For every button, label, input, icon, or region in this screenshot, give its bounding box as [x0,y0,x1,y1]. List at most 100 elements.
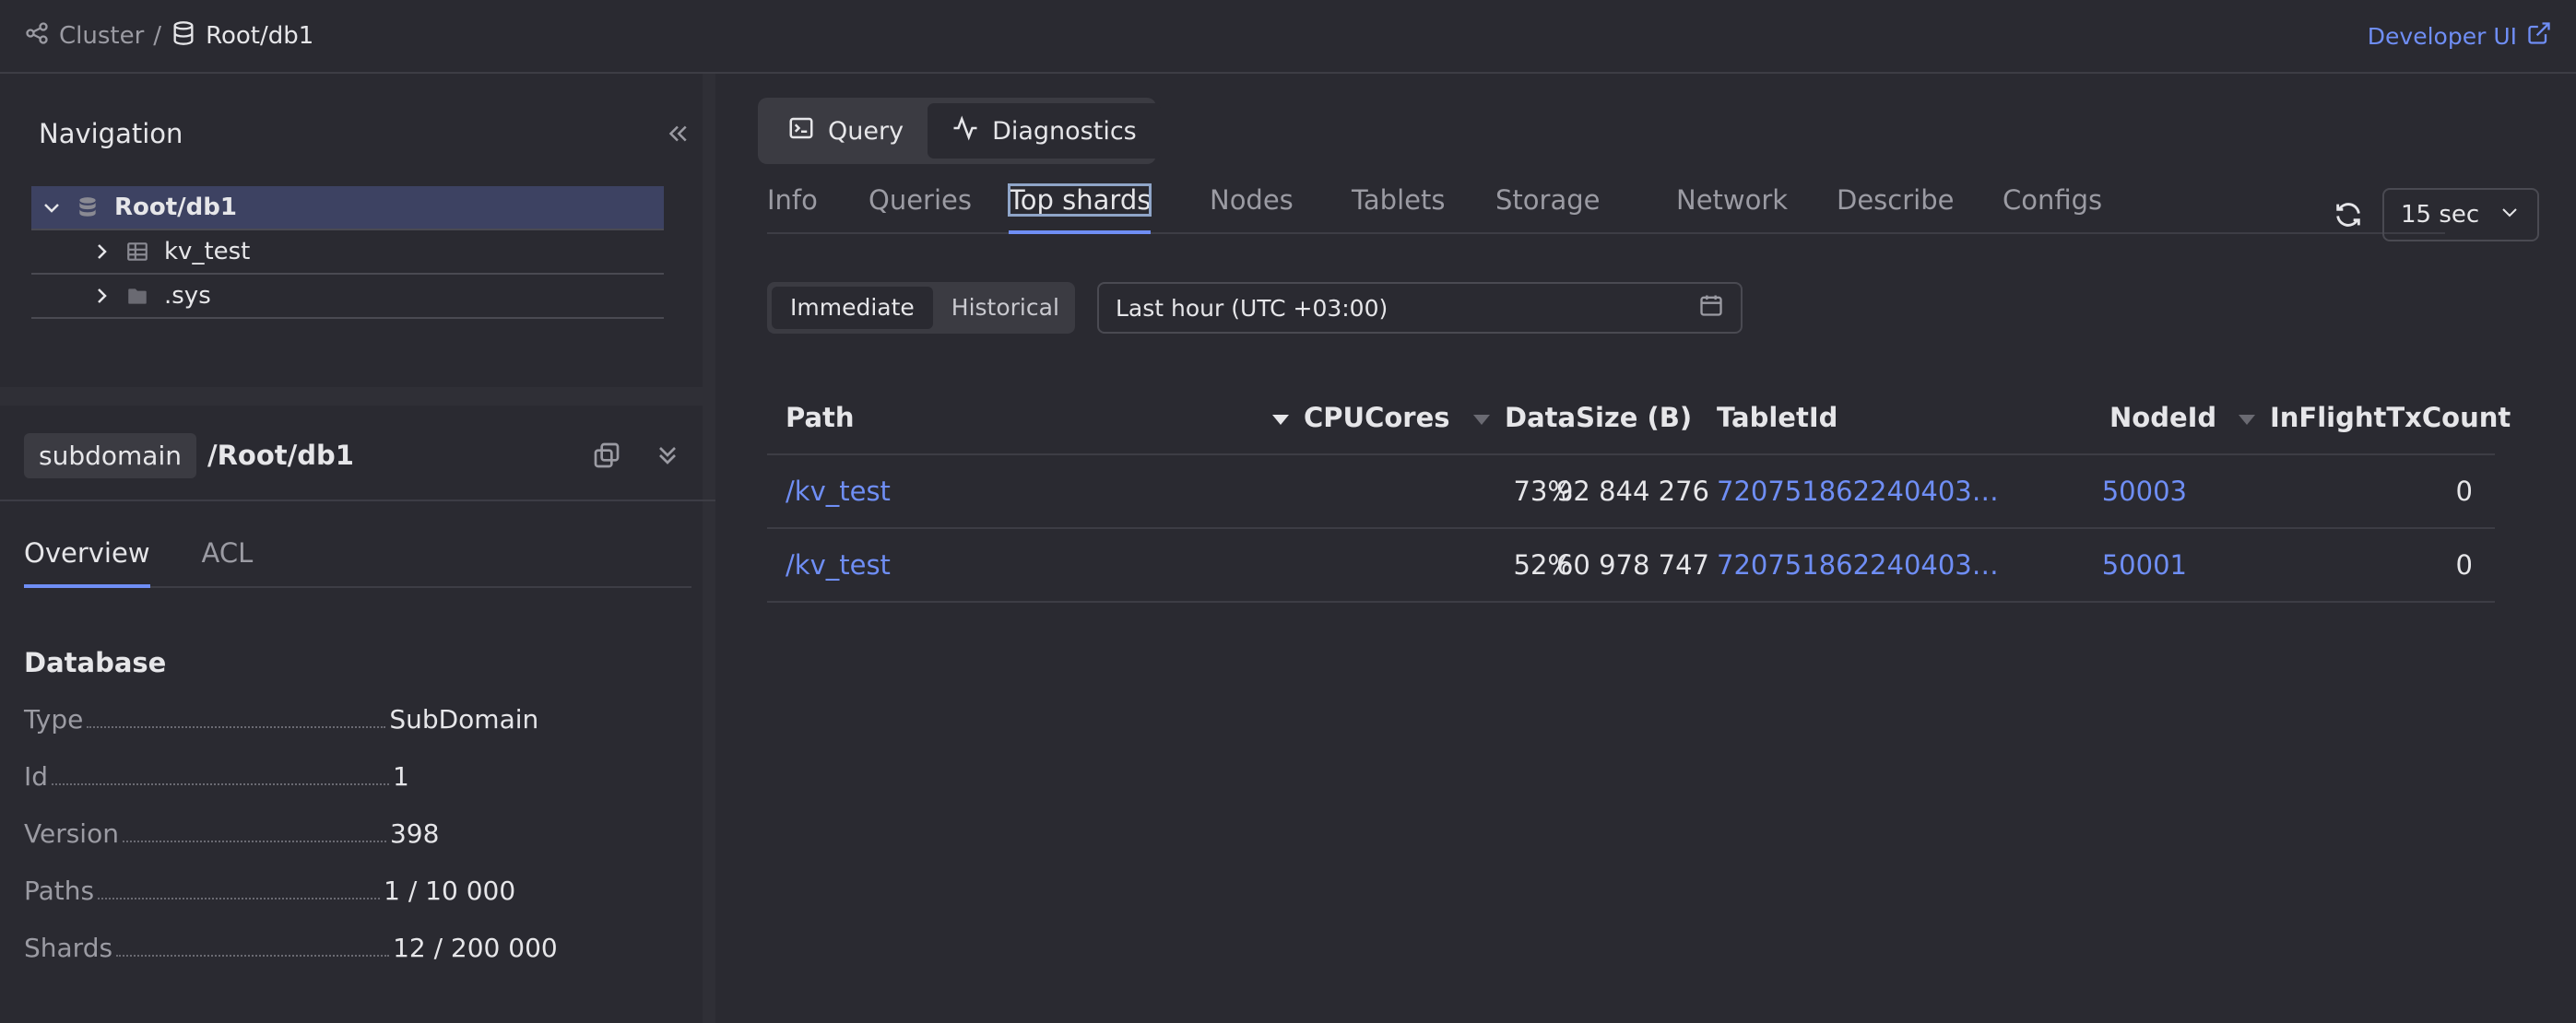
pulse-icon [951,114,979,148]
time-range-picker[interactable]: Last hour (UTC +03:00) [1097,282,1743,334]
mode-switch: Query Diagnostics [758,98,1161,164]
chevrons-down-icon[interactable] [653,441,682,470]
top-shards-table: Path CPUCores DataSize (B) TabletId Node… [767,382,2511,603]
developer-ui-label: Developer UI [2367,22,2517,50]
property-key: Version [24,818,119,849]
summary-tabs: Overview ACL [24,533,691,588]
query-mode-button[interactable]: Query [763,103,928,159]
tree-item-kv-test[interactable]: kv_test [31,230,664,275]
path-link[interactable]: /kv_test [786,455,891,527]
header-bar: Cluster / Root/db1 Developer UI [0,0,2576,74]
inflight-value: 0 [2455,476,2473,507]
property-row: Shards 12 / 200 000 [24,933,691,990]
property-list: Type SubDomain Id 1 Version 398 Paths 1 … [24,704,691,990]
property-row: Type SubDomain [24,704,691,761]
breadcrumb-cluster[interactable]: Cluster [59,22,144,50]
refresh-interval-value: 15 sec [2401,201,2480,229]
chevron-right-icon[interactable] [81,241,122,263]
property-value: 12 / 200 000 [393,933,558,963]
property-value: 1 / 10 000 [384,876,516,906]
table-icon [122,240,153,264]
tree-item-label: .sys [164,282,211,310]
path-link[interactable]: /kv_test [786,529,891,601]
breadcrumb-current[interactable]: Root/db1 [206,22,313,50]
developer-ui-link[interactable]: Developer UI [2368,20,2552,52]
dotted-leader [52,783,390,785]
dotted-leader [98,898,381,900]
diagnostics-mode-label: Diagnostics [992,116,1137,146]
dotted-leader [87,726,386,728]
datasize-value: 60 978 747 [1555,549,1709,581]
immediate-button[interactable]: Immediate [772,287,933,329]
collapse-left-icon[interactable] [664,120,691,147]
tab-acl[interactable]: ACL [202,533,254,588]
diagnostics-mode-button[interactable]: Diagnostics [928,103,1161,159]
tab-nodes[interactable]: Nodes [1210,177,1294,234]
chevron-down-icon [2499,201,2521,229]
node-id-link[interactable]: 50001 [2058,529,2187,601]
sort-icon [2239,414,2255,425]
tablet-id-link[interactable]: 720751862240403… [1717,455,1999,527]
navigation-tree: Root/db1 kv_test .sys [31,186,664,319]
tab-network[interactable]: Network [1676,177,1788,234]
column-header-inflight[interactable]: InFlightTxCount [2239,382,2511,453]
breadcrumb: Cluster / Root/db1 [24,20,313,53]
tree-item-label: kv_test [164,238,251,265]
database-icon [72,195,103,219]
time-range-value: Last hour (UTC +03:00) [1116,294,1388,322]
node-id-link[interactable]: 50003 [2058,455,2187,527]
column-header-path[interactable]: Path [786,382,855,453]
column-header-cpucores[interactable]: CPUCores [1272,382,1450,453]
external-link-icon [2526,20,2552,52]
tablet-id-link[interactable]: 720751862240403… [1717,529,1999,601]
table-header: Path CPUCores DataSize (B) TabletId Node… [767,382,2511,455]
column-header-datasize[interactable]: DataSize (B) [1473,382,1692,453]
property-value: SubDomain [389,704,539,735]
column-header-label: CPUCores [1304,402,1450,433]
tab-info[interactable]: Info [767,177,818,234]
inflight-value: 0 [2455,549,2473,581]
query-mode-label: Query [828,116,904,146]
column-header-label: InFlightTxCount [2270,402,2511,433]
cluster-icon [24,20,50,53]
time-mode-switch: Immediate Historical [767,282,1075,334]
column-header-tabletid[interactable]: TabletId [1717,382,1837,453]
chevron-down-icon[interactable] [31,196,72,218]
tab-describe[interactable]: Describe [1837,177,1954,234]
property-value: 398 [389,818,440,849]
column-header-label: DataSize (B) [1505,402,1693,433]
tab-overview[interactable]: Overview [24,533,150,588]
sort-desc-icon [1272,414,1289,425]
left-pane: Navigation Root/db1 kv_test .sys subdoma… [0,74,715,1023]
tree-item-sys[interactable]: .sys [31,275,664,319]
folder-icon [122,284,153,308]
tab-queries[interactable]: Queries [869,177,972,234]
property-key: Paths [24,876,95,906]
property-row: Version 398 [24,818,691,876]
diagnostics-tabs: Info Queries Top shards Nodes Tablets St… [767,177,2445,234]
object-type-badge: subdomain [24,432,196,478]
sort-icon [1473,414,1490,425]
property-key: Shards [24,933,113,963]
tab-configs[interactable]: Configs [2003,177,2102,234]
calendar-icon[interactable] [1698,292,1724,323]
terminal-icon [787,114,815,148]
navigation-title: Navigation [39,118,183,149]
tree-item-root-db1[interactable]: Root/db1 [31,186,664,230]
column-header-nodeid[interactable]: NodeId [2109,382,2216,453]
chevron-right-icon[interactable] [81,285,122,307]
property-value: 1 [393,761,409,792]
pane-divider[interactable] [0,387,715,406]
property-key: Id [24,761,49,792]
tab-tablets[interactable]: Tablets [1352,177,1445,234]
table-row: /kv_test 73% 92 844 276 720751862240403…… [767,455,2495,529]
copy-icon[interactable] [592,441,621,470]
historical-button[interactable]: Historical [933,287,1078,329]
summary-separator [0,500,715,501]
tab-storage[interactable]: Storage [1495,177,1600,234]
tab-top-shards[interactable]: Top shards [1007,177,1152,234]
refresh-icon[interactable] [2333,199,2364,230]
breadcrumb-separator: / [153,22,162,50]
datasize-value: 92 844 276 [1555,476,1709,507]
refresh-interval-select[interactable]: 15 sec [2382,188,2539,241]
